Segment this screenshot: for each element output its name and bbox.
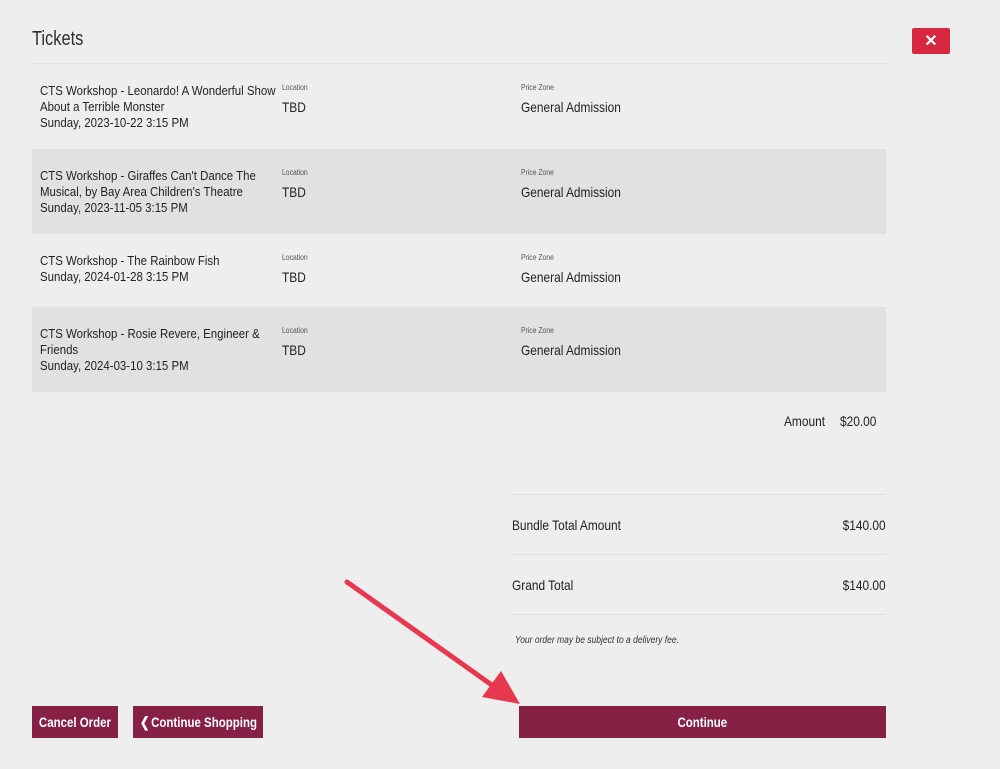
- delivery-fee-note: Your order may be subject to a delivery …: [515, 635, 679, 646]
- continue-shopping-label: Continue Shopping: [150, 713, 257, 730]
- cancel-order-button[interactable]: Cancel Order: [32, 706, 118, 738]
- price-zone-value: General Admission: [521, 342, 621, 358]
- location-label: Location: [282, 168, 308, 177]
- ticket-title-line: CTS Workshop - The Rainbow Fish: [40, 253, 220, 268]
- page-title: Tickets: [32, 28, 84, 50]
- price-zone-value: General Admission: [521, 99, 621, 115]
- ticket-name: CTS Workshop - Giraffes Can't Dance The …: [40, 168, 279, 216]
- ticket-name: CTS Workshop - Rosie Revere, Engineer & …: [40, 326, 279, 374]
- ticket-date: Sunday, 2023-10-22 3:15 PM: [40, 115, 189, 130]
- ticket-row: CTS Workshop - Giraffes Can't Dance The …: [32, 149, 886, 234]
- price-zone-label: Price Zone: [521, 168, 554, 177]
- amount-value: $20.00: [840, 413, 877, 429]
- cancel-order-label: Cancel Order: [38, 714, 112, 730]
- ticket-date: Sunday, 2024-01-28 3:15 PM: [40, 269, 189, 284]
- location-label: Location: [282, 253, 308, 262]
- location-value: TBD: [282, 342, 306, 358]
- ticket-row: CTS Workshop - Leonardo! A Wonderful Sho…: [32, 64, 886, 149]
- amount-label: Amount: [784, 413, 826, 429]
- price-zone-value: General Admission: [521, 184, 621, 200]
- ticket-title-line: CTS Workshop - Rosie Revere, Engineer &: [40, 326, 260, 341]
- continue-button[interactable]: Continue: [519, 706, 886, 738]
- location-value: TBD: [282, 184, 306, 200]
- location-value: TBD: [282, 99, 306, 115]
- ticket-date: Sunday, 2024-03-10 3:15 PM: [40, 358, 189, 373]
- continue-shopping-content: ❮ Continue Shopping: [139, 714, 256, 731]
- ticket-title-line: CTS Workshop - Leonardo! A Wonderful Sho…: [40, 83, 276, 98]
- price-zone-label: Price Zone: [521, 253, 554, 262]
- ticket-list: CTS Workshop - Leonardo! A Wonderful Sho…: [32, 64, 886, 392]
- bundle-total-value: $140.00: [842, 517, 886, 533]
- totals-divider: [511, 614, 886, 615]
- location-label: Location: [282, 326, 308, 335]
- close-button[interactable]: ✕: [912, 28, 950, 54]
- grand-total-value: $140.00: [842, 577, 886, 593]
- bundle-total-label: Bundle Total Amount: [512, 517, 621, 533]
- ticket-name: CTS Workshop - Leonardo! A Wonderful Sho…: [40, 83, 279, 131]
- ticket-title-line: Musical, by Bay Area Children's Theatre: [40, 184, 243, 199]
- ticket-row: CTS Workshop - Rosie Revere, Engineer & …: [32, 307, 886, 392]
- continue-label: Continue: [677, 714, 728, 730]
- ticket-name: CTS Workshop - The Rainbow Fish Sunday, …: [40, 253, 279, 285]
- ticket-date: Sunday, 2023-11-05 3:15 PM: [40, 200, 188, 215]
- location-label: Location: [282, 83, 308, 92]
- continue-shopping-button[interactable]: ❮ Continue Shopping: [133, 706, 263, 738]
- ticket-title-line: Friends: [40, 342, 79, 357]
- price-zone-value: General Admission: [521, 269, 621, 285]
- location-value: TBD: [282, 269, 306, 285]
- ticket-row: CTS Workshop - The Rainbow Fish Sunday, …: [32, 234, 886, 307]
- close-icon: ✕: [924, 33, 938, 50]
- price-zone-label: Price Zone: [521, 83, 554, 92]
- ticket-title-line: CTS Workshop - Giraffes Can't Dance The: [40, 168, 256, 183]
- ticket-title-line: About a Terrible Monster: [40, 99, 165, 114]
- totals-divider: [511, 494, 886, 495]
- chevron-left-icon: ❮: [139, 713, 150, 730]
- grand-total-label: Grand Total: [512, 577, 574, 593]
- price-zone-label: Price Zone: [521, 326, 554, 335]
- totals-divider: [511, 554, 886, 555]
